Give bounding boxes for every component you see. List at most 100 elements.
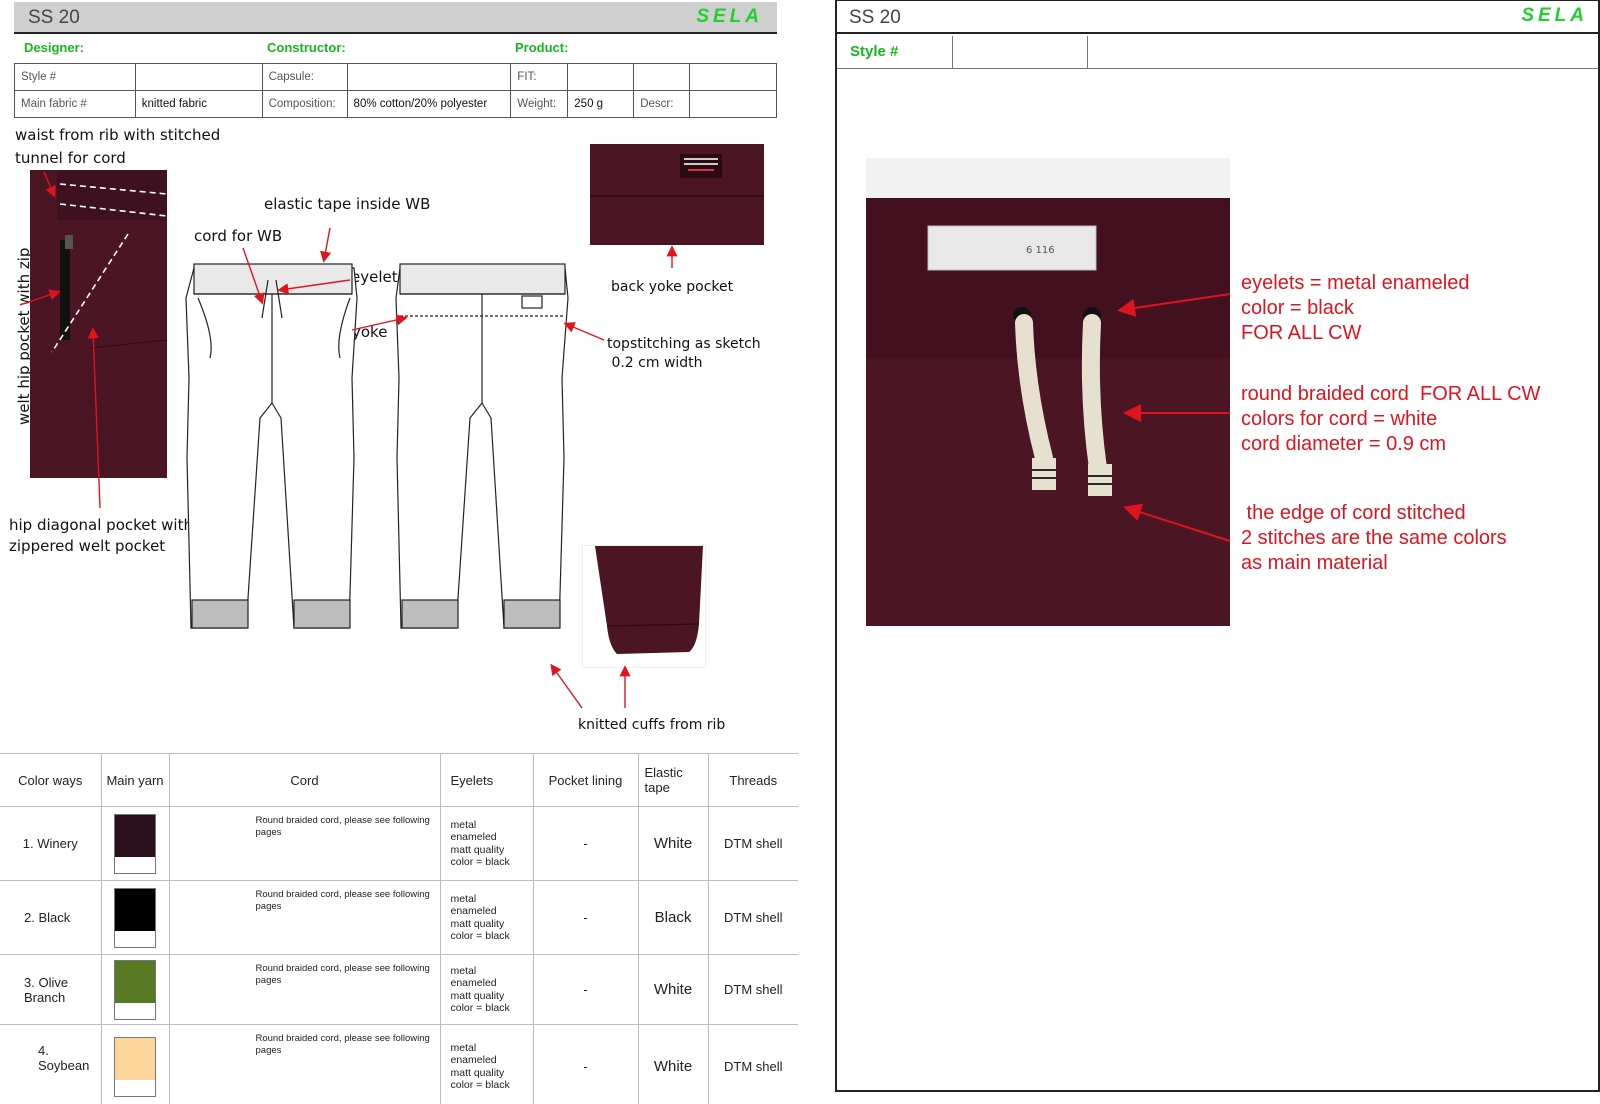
callout-back-yoke: back yoke pocket <box>611 279 734 295</box>
colorway-name: 2. Black <box>0 880 102 955</box>
colorway-row: 4. Soybean Round braided cord, please se… <box>0 1024 798 1104</box>
back-pocket-photo <box>590 144 764 245</box>
info-cell[interactable] <box>567 63 635 91</box>
info-row-style: Style # Capsule: FIT: <box>14 63 777 91</box>
pocket-lining-value: - <box>533 806 639 881</box>
yarn-swatch-cell <box>101 1024 170 1104</box>
callout-cord: cord for WB <box>194 227 283 245</box>
cord-note: Round braided cord, please see following… <box>169 806 441 881</box>
style-divider <box>952 36 953 69</box>
threads-value: DTM shell <box>708 806 798 881</box>
header-eyelets: Eyelets <box>440 753 534 807</box>
colorway-row: 2. Black Round braided cord, please see … <box>0 880 798 955</box>
info-cell: FIT: <box>510 63 569 91</box>
info-cell <box>633 63 691 91</box>
threads-value: DTM shell <box>708 880 798 955</box>
yarn-swatch[interactable] <box>114 959 156 1020</box>
header-cord: Cord <box>169 753 441 807</box>
yarn-swatch-cell <box>101 954 170 1025</box>
info-cell: Capsule: <box>261 63 348 91</box>
brand-logo: SELA <box>696 6 763 27</box>
pants-technical-sketch <box>185 263 569 629</box>
elastic-tape-value: White <box>638 954 709 1025</box>
callout-cuffs: knitted cuffs from rib <box>578 717 726 733</box>
info-cell: Composition: <box>261 90 348 118</box>
style-label: Style # <box>850 43 899 60</box>
colorway-row: 1. Winery Round braided cord, please see… <box>0 806 798 881</box>
info-cell[interactable] <box>689 63 777 91</box>
info-cell: Descr: <box>633 90 691 118</box>
cuff-detail-icon <box>595 546 703 654</box>
elastic-tape-value: White <box>638 1024 709 1104</box>
right-page: SS 20 SELA Style # 6 116 eyelets = metal… <box>835 0 1600 1092</box>
front-pants-icon <box>185 263 358 629</box>
cuff-photo <box>582 545 706 668</box>
colorway-name: 3. Olive Branch <box>0 954 102 1025</box>
designer-label: Designer: <box>24 40 84 55</box>
callout-topstitch: topstitching as sketch 0.2 cm width <box>607 336 761 371</box>
colorway-name: 4. Soybean <box>0 1024 102 1104</box>
size-label-text: 6 116 <box>1026 245 1055 256</box>
left-header-bar: SS 20 SELA <box>14 2 777 34</box>
swatch-fill <box>115 960 155 1003</box>
side-pocket-detail-icon <box>30 170 167 478</box>
info-cell: Main fabric # <box>14 90 136 118</box>
season-label: SS 20 <box>28 7 80 28</box>
brand-logo: SELA <box>1521 5 1588 26</box>
colorway-row: 3. Olive Branch Round braided cord, plea… <box>0 954 798 1025</box>
yarn-swatch[interactable] <box>114 887 156 948</box>
swatch-fill <box>115 888 155 931</box>
info-cell[interactable] <box>134 63 263 91</box>
callout-hip-pocket: hip diagonal pocket with zippered welt p… <box>9 516 193 555</box>
table-divider <box>101 753 102 1104</box>
drawstring-photo: 6 116 <box>866 158 1230 626</box>
colorway-header-row: Color ways Main yarn Cord Eyelets Pocket… <box>0 753 798 807</box>
info-cell[interactable] <box>346 63 512 91</box>
product-label: Product: <box>515 40 569 55</box>
elastic-tape-value: Black <box>638 880 709 955</box>
info-cell[interactable] <box>689 90 777 118</box>
threads-value: DTM shell <box>708 954 798 1025</box>
drawstring-detail-icon: 6 116 <box>866 158 1230 496</box>
yarn-swatch[interactable] <box>114 813 156 874</box>
cord-note: Round braided cord, please see following… <box>169 880 441 955</box>
yarn-swatch-cell <box>101 806 170 881</box>
cord-note: Round braided cord, please see following… <box>169 1024 441 1104</box>
header-threads: Threads <box>708 753 798 807</box>
yarn-swatch-cell <box>101 880 170 955</box>
swatch-fill <box>115 1037 155 1081</box>
season-label: SS 20 <box>849 7 901 28</box>
style-divider <box>1087 36 1088 69</box>
header-elastic-tape: Elastic tape <box>638 753 709 807</box>
eyelets-note: metal enameled matt quality color = blac… <box>440 1024 534 1104</box>
swatch-fill <box>115 814 155 857</box>
cord-note: Round braided cord, please see following… <box>169 954 441 1025</box>
constructor-label: Constructor: <box>267 40 346 55</box>
yarn-swatch[interactable] <box>114 1036 156 1097</box>
pocket-lining-value: - <box>533 1024 639 1104</box>
back-pocket-detail-icon <box>590 144 764 245</box>
eyelets-note: metal enameled matt quality color = blac… <box>440 954 534 1025</box>
back-pants-icon <box>395 263 569 629</box>
right-header-bar: SS 20 SELA <box>837 1 1598 34</box>
spec-info-table: Style # Capsule: FIT: Main fabric # knit… <box>14 63 777 118</box>
callout-elastic: elastic tape inside WB <box>264 195 431 213</box>
style-row: Style # <box>837 36 1598 69</box>
info-cell[interactable]: knitted fabric <box>134 90 263 118</box>
edge-annotation: the edge of cord stitched 2 stitches are… <box>1241 502 1507 574</box>
colorway-table: Color ways Main yarn Cord Eyelets Pocket… <box>0 753 798 1104</box>
info-row-fabric: Main fabric # knitted fabric Composition… <box>14 90 777 118</box>
info-cell[interactable]: 80% cotton/20% polyester <box>346 90 512 118</box>
elastic-tape-value: White <box>638 806 709 881</box>
eyelets-note: metal enameled matt quality color = blac… <box>440 880 534 955</box>
header-pocket-lining: Pocket lining <box>533 753 639 807</box>
info-cell[interactable]: 250 g <box>567 90 635 118</box>
side-pocket-photo <box>30 170 167 478</box>
header-color-ways: Color ways <box>0 753 102 807</box>
eyelets-note: metal enameled matt quality color = blac… <box>440 806 534 881</box>
callout-waist: waist from rib with stitched tunnel for … <box>15 126 221 167</box>
cord-annotation: round braided cord FOR ALL CW colors for… <box>1241 383 1541 455</box>
info-cell: Style # <box>14 63 136 91</box>
pocket-lining-value: - <box>533 880 639 955</box>
pocket-lining-value: - <box>533 954 639 1025</box>
